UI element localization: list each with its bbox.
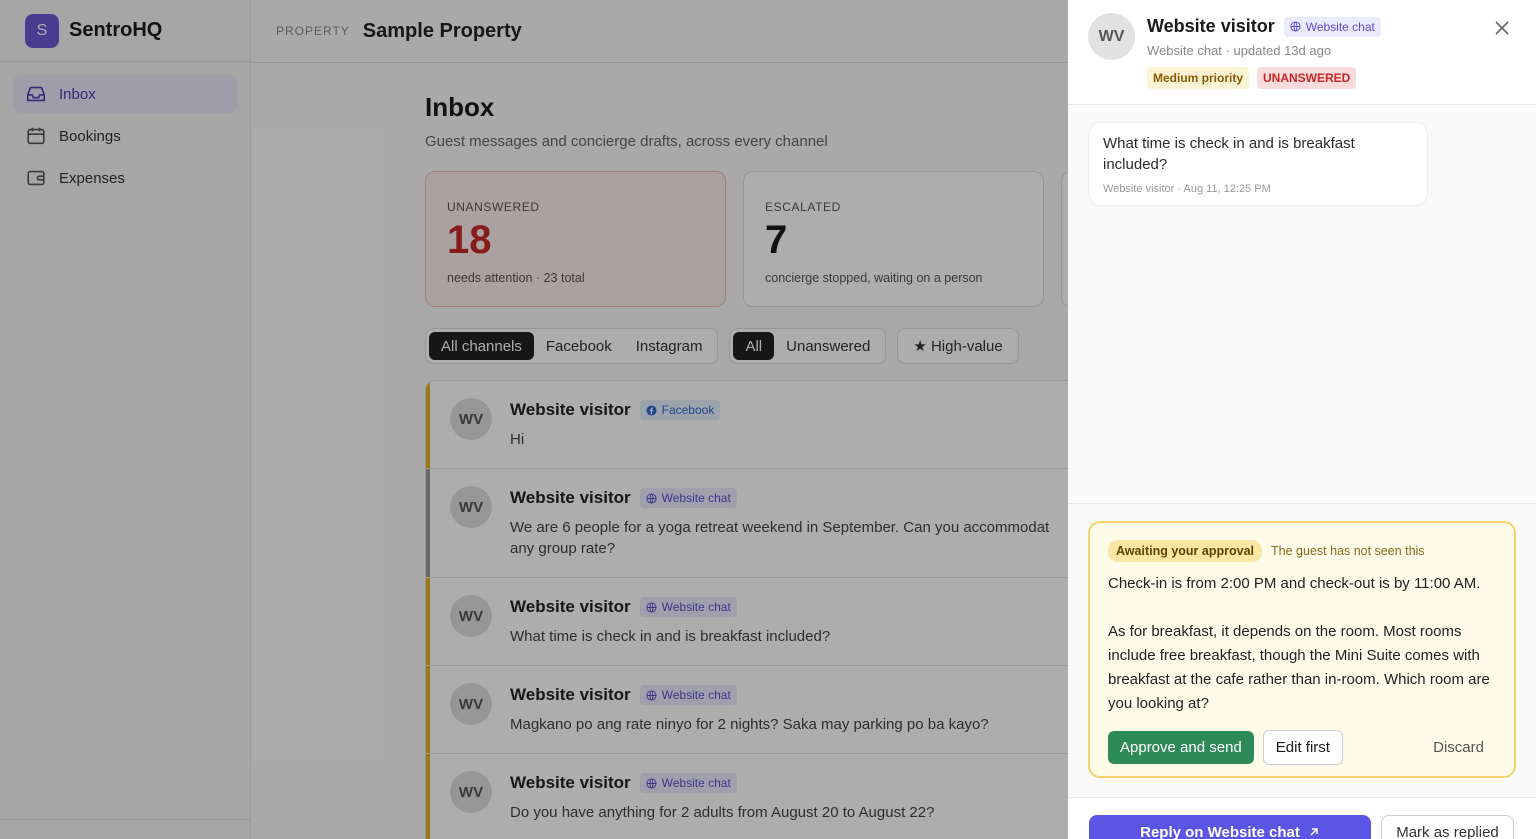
panel-footer: Reply on Website chat Mark as replied bbox=[1068, 797, 1536, 839]
globe-icon bbox=[1290, 21, 1301, 32]
close-icon[interactable] bbox=[1493, 19, 1511, 37]
status-badge: UNANSWERED bbox=[1257, 67, 1357, 89]
panel-header: WV Website visitor Website chat Website … bbox=[1068, 0, 1536, 105]
external-link-icon bbox=[1310, 828, 1318, 836]
conversation-panel: WV Website visitor Website chat Website … bbox=[1068, 0, 1536, 839]
message-meta: Website visitor · Aug 11, 12:25 PM bbox=[1103, 183, 1271, 195]
reply-label: Reply on Website chat bbox=[1140, 823, 1300, 839]
draft-section: Awaiting your approval The guest has not… bbox=[1068, 503, 1536, 797]
panel-title: Website visitor bbox=[1147, 16, 1275, 36]
channel-label: Website chat bbox=[1305, 19, 1375, 34]
priority-badge: Medium priority bbox=[1147, 67, 1250, 89]
message-text: What time is check in and is breakfast i… bbox=[1103, 135, 1355, 173]
panel-meta: Website chat · updated 13d ago bbox=[1147, 43, 1332, 58]
unseen-note: The guest has not seen this bbox=[1271, 544, 1425, 558]
draft-card: Awaiting your approval The guest has not… bbox=[1088, 521, 1516, 778]
modal-backdrop[interactable] bbox=[0, 0, 1068, 839]
edit-button[interactable]: Edit first bbox=[1262, 730, 1343, 765]
message-thread: What time is check in and is breakfast i… bbox=[1068, 105, 1536, 503]
mark-replied-button[interactable]: Mark as replied bbox=[1381, 815, 1514, 839]
guest-message: What time is check in and is breakfast i… bbox=[1088, 122, 1428, 206]
channel-badge: Website chat bbox=[1283, 16, 1381, 37]
reply-button[interactable]: Reply on Website chat bbox=[1089, 815, 1371, 839]
approval-badge: Awaiting your approval bbox=[1108, 540, 1262, 562]
avatar: WV bbox=[1088, 13, 1135, 60]
discard-button[interactable]: Discard bbox=[1433, 739, 1484, 756]
draft-text: Check-in is from 2:00 PM and check-out i… bbox=[1108, 575, 1490, 712]
approve-button[interactable]: Approve and send bbox=[1108, 731, 1254, 764]
